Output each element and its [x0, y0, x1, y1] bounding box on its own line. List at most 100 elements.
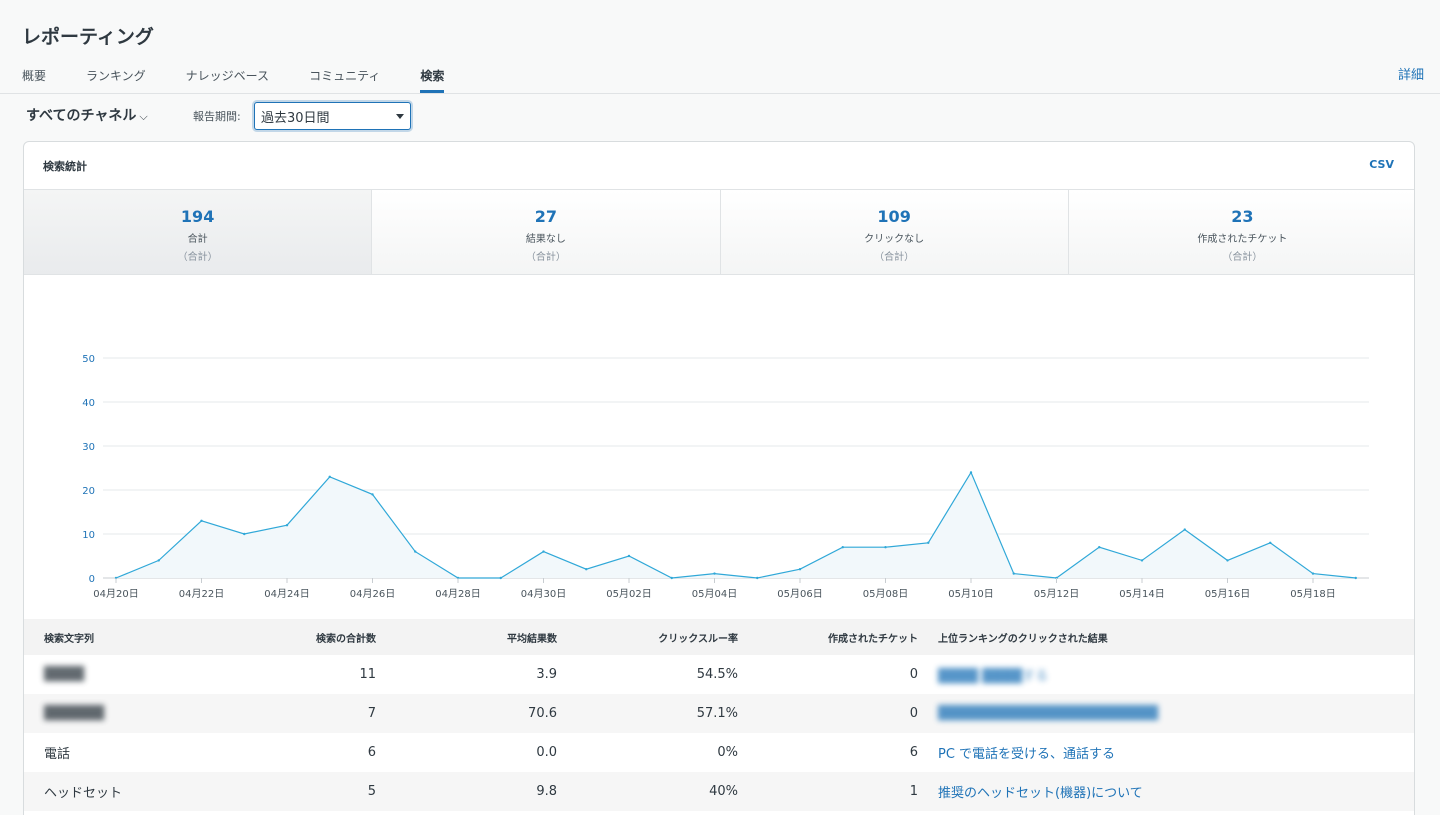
search-terms-table: 検索文字列 検索の合計数 平均結果数 クリックスルー率 作成されたチケット 上位…: [24, 619, 1414, 811]
y-tick-label: 50: [82, 354, 95, 365]
stat-sub: （合計）: [177, 252, 218, 263]
data-point: [884, 546, 887, 549]
data-point: [328, 475, 331, 478]
header-avg-results[interactable]: 平均結果数: [376, 630, 557, 645]
cell-total: 6: [367, 745, 376, 760]
cell-tickets: 0: [909, 667, 918, 682]
stat-value: 23: [1231, 207, 1254, 226]
cell-top-result-link[interactable]: ██████████████████████: [918, 706, 1414, 721]
stat-total[interactable]: 194 合計 （合計）: [24, 190, 373, 274]
x-tick-label: 05月14日: [1119, 588, 1164, 600]
cell-top-result-link[interactable]: PC で電話を受ける、通話する: [918, 743, 1414, 762]
data-point: [670, 576, 673, 580]
card-title: 検索統計: [43, 160, 87, 173]
search-trend-chart: 0 10 20 30 40 50 04月20日 04月22日 04月24日 04月26日 04月28…: [82, 354, 1369, 600]
tab-search[interactable]: 検索: [420, 62, 445, 93]
stats-row: 194 合計 （合計） 27 結果なし （合計） 109 クリックなし （合計）…: [24, 189, 1414, 275]
tab-ranking[interactable]: ランキング: [86, 62, 146, 93]
cell-query: ヘッドセット: [44, 786, 123, 801]
x-tick-label: 04月30日: [521, 588, 566, 600]
cell-query: 電話: [44, 747, 71, 762]
tab-overview[interactable]: 概要: [22, 62, 46, 93]
stat-label: 合計: [187, 234, 208, 245]
x-tick-label: 05月16日: [1205, 588, 1250, 600]
data-point: [1311, 572, 1315, 575]
x-tick-label: 05月10日: [948, 588, 993, 600]
data-point: [927, 541, 930, 544]
tab-knowledge-base[interactable]: ナレッジベース: [186, 62, 269, 93]
x-tick-label: 05月12日: [1034, 588, 1079, 600]
channel-select-label: すべてのチャネル: [26, 108, 137, 124]
cell-total: 5: [367, 784, 376, 799]
period-select-value: 過去30日間: [261, 111, 330, 126]
header-query[interactable]: 検索文字列: [24, 630, 224, 645]
data-point: [1226, 559, 1229, 562]
cell-avg: 9.8: [536, 784, 557, 799]
cell-tickets: 6: [909, 745, 918, 760]
y-tick-label: 40: [82, 398, 95, 409]
cell-query: ██████: [44, 706, 104, 721]
chevron-down-icon: ⌵: [139, 110, 148, 123]
y-tick-label: 30: [82, 442, 95, 453]
y-tick-label: 10: [82, 530, 95, 541]
cell-total: 11: [359, 667, 376, 682]
tab-community[interactable]: コミュニティ: [309, 62, 380, 93]
y-tick-label: 20: [82, 486, 95, 497]
stat-no-clicks[interactable]: 109 クリックなし （合計）: [720, 190, 1069, 274]
cell-top-result-link[interactable]: 推奨のヘッドセット(機器)について: [918, 782, 1414, 801]
cell-ctr: 40%: [709, 784, 738, 799]
data-point: [1269, 541, 1272, 544]
data-point: [499, 576, 502, 580]
x-tick-label: 04月24日: [264, 588, 309, 600]
data-point: [585, 568, 588, 571]
cell-top-result-link[interactable]: ████ ████する: [918, 665, 1414, 684]
data-point: [1098, 546, 1101, 549]
stat-value: 194: [180, 207, 215, 226]
data-point: [1183, 528, 1186, 531]
data-point: [627, 554, 631, 558]
data-point: [969, 471, 973, 474]
header-top-result[interactable]: 上位ランキングのクリックされた結果: [918, 630, 1414, 645]
table-header: 検索文字列 検索の合計数 平均結果数 クリックスルー率 作成されたチケット 上位…: [24, 619, 1414, 655]
tabs-divider: [0, 93, 1440, 94]
stat-value: 109: [877, 207, 911, 226]
period-select[interactable]: 過去30日間: [254, 102, 411, 130]
cell-ctr: 0%: [717, 745, 738, 760]
stat-label: 作成されたチケット: [1197, 234, 1288, 245]
channel-select[interactable]: すべてのチャネル ⌵: [26, 105, 148, 125]
stat-sub: （合計）: [525, 252, 566, 263]
x-tick-label: 05月18日: [1290, 588, 1335, 600]
x-tick-label: 05月02日: [606, 588, 651, 600]
y-tick-label: 0: [89, 574, 95, 585]
detail-link[interactable]: 詳細: [1398, 64, 1424, 83]
table-row: 電話 6 0.0 0% 6 PC で電話を受ける、通話する: [24, 733, 1414, 772]
table-row: ヘッドセット 5 9.8 40% 1 推奨のヘッドセット(機器)について: [24, 772, 1414, 811]
series-area: [116, 472, 1356, 578]
data-point: [157, 559, 160, 562]
cell-ctr: 57.1%: [696, 706, 738, 721]
stat-value: 27: [534, 207, 557, 226]
stat-no-results[interactable]: 27 結果なし （合計）: [372, 190, 721, 274]
x-tick-label: 05月08日: [863, 588, 908, 600]
data-point: [756, 576, 759, 580]
csv-export-link[interactable]: CSV: [1369, 158, 1394, 171]
data-point: [1012, 572, 1015, 575]
data-point: [542, 550, 545, 553]
header-ctr[interactable]: クリックスルー率: [557, 630, 738, 645]
data-point: [841, 546, 844, 549]
header-tickets[interactable]: 作成されたチケット: [738, 630, 918, 645]
x-tick-label: 04月28日: [435, 588, 480, 600]
data-point: [200, 519, 203, 522]
header-total[interactable]: 検索の合計数: [224, 630, 376, 645]
data-point: [414, 550, 417, 553]
x-tick-label: 05月06日: [777, 588, 822, 600]
stat-label: クリックなし: [864, 234, 925, 245]
table-row: ████ 11 3.9 54.5% 0 ████ ████する: [24, 655, 1414, 694]
cell-query: ████: [44, 667, 84, 682]
page-title: レポーティング: [22, 26, 154, 48]
stat-sub: （合計）: [874, 252, 915, 263]
x-tick-label: 04月22日: [179, 588, 224, 600]
stat-tickets-created[interactable]: 23 作成されたチケット （合計）: [1068, 190, 1414, 274]
search-stats-card: 検索統計 CSV 194 合計 （合計） 27 結果なし （合計） 109 クリ…: [23, 141, 1415, 815]
table-row: ██████ 7 70.6 57.1% 0 ██████████████████…: [24, 694, 1414, 733]
